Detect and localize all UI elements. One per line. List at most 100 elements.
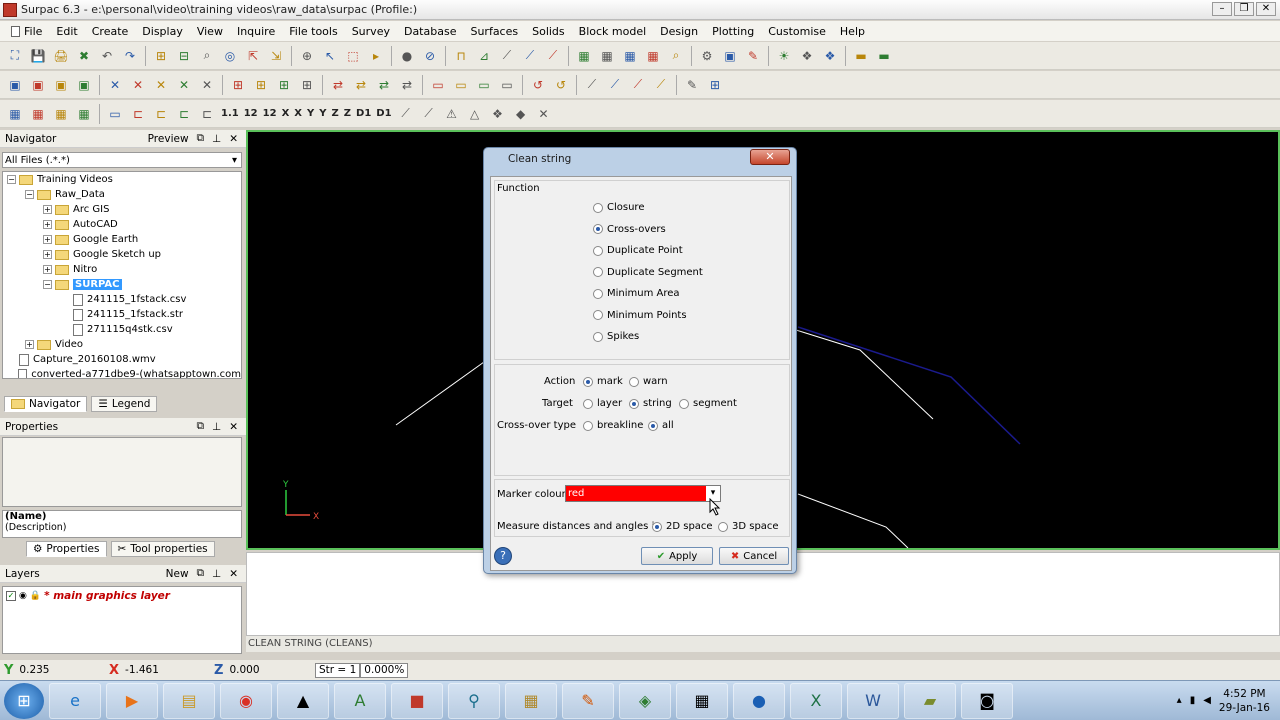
coordinate-tool-button[interactable]: D1 bbox=[374, 108, 393, 119]
collapse-icon[interactable]: − bbox=[25, 190, 34, 199]
edit-tool-icon[interactable]: ⇄ bbox=[350, 74, 372, 96]
function-option-radio[interactable]: Duplicate Point bbox=[593, 245, 683, 256]
lock-icon[interactable]: 🔒 bbox=[30, 591, 41, 601]
file-filter-select[interactable]: All Files (.*.*) ▾ bbox=[2, 152, 242, 168]
menu-file[interactable]: File bbox=[4, 25, 49, 38]
edit-tool-icon[interactable]: ⊞ bbox=[704, 74, 726, 96]
expand-icon[interactable]: + bbox=[43, 265, 52, 274]
surpac-icon[interactable]: ■ bbox=[391, 682, 443, 719]
globe-icon[interactable]: ● bbox=[733, 682, 785, 719]
edit-tool-icon[interactable]: ⟋ bbox=[627, 74, 649, 96]
coordinate-tool-button[interactable]: 1.1 bbox=[219, 108, 241, 119]
main-tool-icon[interactable]: ⊓ bbox=[450, 45, 472, 67]
main-tool-icon[interactable]: ▣ bbox=[719, 45, 741, 67]
target-string-radio[interactable]: string bbox=[629, 398, 672, 409]
start-button[interactable]: ⊞ bbox=[4, 682, 44, 719]
close-icon[interactable]: ✕ bbox=[229, 421, 238, 433]
main-tool-icon[interactable]: ↶ bbox=[96, 45, 118, 67]
inquire-tool-icon[interactable]: ▭ bbox=[104, 103, 126, 125]
inquire-tool-icon[interactable]: ▦ bbox=[4, 103, 26, 125]
inquire-tool-icon[interactable]: ⟋ bbox=[418, 103, 440, 125]
main-tool-icon[interactable]: ⬚ bbox=[342, 45, 364, 67]
inquire-tool-icon[interactable]: ⟋ bbox=[395, 103, 417, 125]
expand-icon[interactable]: + bbox=[43, 235, 52, 244]
main-tool-icon[interactable]: ⚙ bbox=[696, 45, 718, 67]
volume-icon[interactable]: ◀ bbox=[1203, 695, 1211, 706]
measure-2d-radio[interactable]: 2D space bbox=[652, 521, 713, 532]
main-tool-icon[interactable]: ☀ bbox=[773, 45, 795, 67]
main-tool-icon[interactable]: ▸ bbox=[365, 45, 387, 67]
edit-tool-icon[interactable]: ↺ bbox=[550, 74, 572, 96]
tree-item[interactable]: − Training Videos bbox=[3, 172, 241, 187]
main-tool-icon[interactable]: ⊟ bbox=[173, 45, 195, 67]
inquire-tool-icon[interactable]: ✕ bbox=[533, 103, 555, 125]
edit-tool-icon[interactable]: ⇄ bbox=[396, 74, 418, 96]
network-tray-icon[interactable]: ▮ bbox=[1190, 695, 1196, 706]
tree-item[interactable]: + AutoCAD bbox=[3, 217, 241, 232]
pdf-icon[interactable]: ✎ bbox=[562, 682, 614, 719]
menu-create[interactable]: Create bbox=[85, 25, 136, 38]
main-tool-icon[interactable]: ▦ bbox=[642, 45, 664, 67]
media-player-icon[interactable]: ▶ bbox=[106, 682, 158, 719]
clock[interactable]: 4:52 PM 29-Jan-16 bbox=[1219, 687, 1270, 715]
main-tool-icon[interactable]: ⊘ bbox=[419, 45, 441, 67]
edit-tool-icon[interactable]: ↺ bbox=[527, 74, 549, 96]
excel-icon[interactable]: X bbox=[790, 682, 842, 719]
close-icon[interactable]: ✕ bbox=[229, 133, 238, 145]
menu-solids[interactable]: Solids bbox=[525, 25, 572, 38]
coordinate-tool-button[interactable]: 12 bbox=[261, 108, 279, 119]
crossover-all-radio[interactable]: all bbox=[648, 420, 674, 431]
network-icon[interactable]: ◈ bbox=[619, 682, 671, 719]
main-tool-icon[interactable]: 💾 bbox=[27, 45, 49, 67]
layer-item[interactable]: ✓ ◉ 🔒 * main graphics layer bbox=[3, 587, 241, 605]
edit-tool-icon[interactable]: ▣ bbox=[73, 74, 95, 96]
expand-icon[interactable]: + bbox=[43, 220, 52, 229]
inquire-tool-icon[interactable]: ▦ bbox=[27, 103, 49, 125]
float-icon[interactable]: ⧉ bbox=[197, 420, 205, 433]
menu-survey[interactable]: Survey bbox=[345, 25, 397, 38]
main-tool-icon[interactable]: ⛶ bbox=[4, 45, 26, 67]
edit-tool-icon[interactable]: ▭ bbox=[450, 74, 472, 96]
marker-colour-select[interactable]: red ▾ bbox=[565, 485, 721, 502]
main-tool-icon[interactable]: ⟋ bbox=[496, 45, 518, 67]
minimize-button[interactable]: – bbox=[1212, 2, 1232, 16]
pin-icon[interactable]: ⊥ bbox=[212, 133, 221, 145]
inquire-tool-icon[interactable]: ⊏ bbox=[127, 103, 149, 125]
new-layer-button[interactable]: New bbox=[166, 568, 189, 580]
function-option-radio[interactable]: Minimum Area bbox=[593, 288, 680, 299]
dialog-close-button[interactable]: ✕ bbox=[750, 149, 790, 165]
eye-icon[interactable]: ◉ bbox=[19, 591, 27, 601]
edit-tool-icon[interactable]: ⇄ bbox=[327, 74, 349, 96]
pin-icon[interactable]: ⊥ bbox=[212, 421, 221, 433]
edit-tool-icon[interactable]: ✎ bbox=[681, 74, 703, 96]
edit-tool-icon[interactable]: ▣ bbox=[50, 74, 72, 96]
main-tool-icon[interactable]: ⊿ bbox=[473, 45, 495, 67]
inquire-tool-icon[interactable]: ⊏ bbox=[173, 103, 195, 125]
inquire-tool-icon[interactable]: ⊏ bbox=[150, 103, 172, 125]
tab-legend[interactable]: ☰ Legend bbox=[91, 396, 158, 412]
main-tool-icon[interactable]: 🖨 bbox=[50, 45, 72, 67]
preview-button[interactable]: Preview bbox=[148, 133, 189, 145]
edit-tool-icon[interactable]: ⊞ bbox=[296, 74, 318, 96]
menu-inquire[interactable]: Inquire bbox=[230, 25, 282, 38]
tree-item[interactable]: + Nitro bbox=[3, 262, 241, 277]
main-tool-icon[interactable]: ⊞ bbox=[150, 45, 172, 67]
main-tool-icon[interactable]: ● bbox=[396, 45, 418, 67]
main-tool-icon[interactable]: ⌕ bbox=[665, 45, 687, 67]
edit-tool-icon[interactable]: ⊞ bbox=[250, 74, 272, 96]
edit-tool-icon[interactable]: ▭ bbox=[473, 74, 495, 96]
edit-tool-icon[interactable]: ▭ bbox=[427, 74, 449, 96]
inquire-tool-icon[interactable]: ▦ bbox=[73, 103, 95, 125]
apply-button[interactable]: ✔ Apply bbox=[641, 547, 713, 565]
help-icon[interactable]: ? bbox=[494, 547, 512, 565]
main-tool-icon[interactable]: ⊕ bbox=[296, 45, 318, 67]
tree-item[interactable]: 271115q4stk.csv bbox=[3, 322, 241, 337]
menu-display[interactable]: Display bbox=[135, 25, 190, 38]
edit-tool-icon[interactable]: ▣ bbox=[4, 74, 26, 96]
main-tool-icon[interactable]: ▦ bbox=[573, 45, 595, 67]
ie-icon[interactable]: e bbox=[49, 682, 101, 719]
tree-item[interactable]: + Google Earth bbox=[3, 232, 241, 247]
restore-button[interactable]: ❐ bbox=[1234, 2, 1254, 16]
edit-tool-icon[interactable]: ✕ bbox=[104, 74, 126, 96]
expand-icon[interactable]: + bbox=[25, 340, 34, 349]
